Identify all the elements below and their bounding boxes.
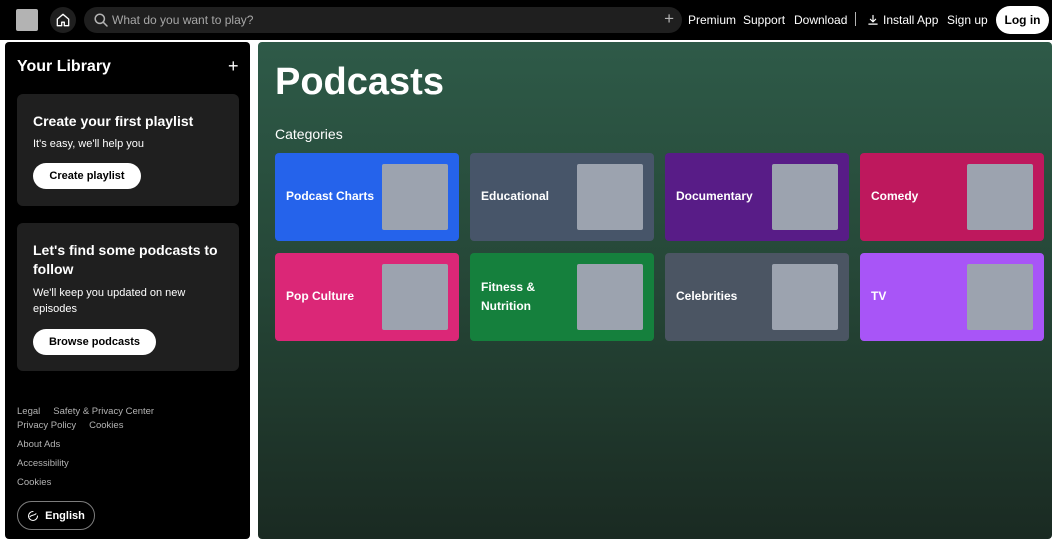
top-bar: + Premium Support Download Install App S… <box>0 0 1052 40</box>
tile-label: Comedy <box>871 189 919 203</box>
create-playlist-button[interactable]: Create playlist <box>33 163 141 189</box>
card-subtitle: We'll keep you updated on new episodes <box>33 287 186 315</box>
main-content: Podcasts Categories Podcast Charts Educa… <box>258 42 1052 539</box>
footer-link-accessibility[interactable]: Accessibility <box>17 458 69 469</box>
footer-link-safety[interactable]: Safety & Privacy Center <box>53 406 154 417</box>
card-subtitle: It's easy, we'll help you <box>33 138 144 150</box>
tile-label: Celebrities <box>676 289 738 303</box>
globe-icon <box>28 510 39 521</box>
footer-link-cookies[interactable]: Cookies <box>89 420 123 431</box>
find-podcasts-card: Let's find some podcasts to follow We'll… <box>17 223 239 371</box>
categories-heading: Categories <box>275 126 343 142</box>
tile-label: Documentary <box>676 189 753 203</box>
search-bar[interactable]: + <box>84 7 682 33</box>
browse-plus-icon[interactable]: + <box>664 10 674 28</box>
install-app-link[interactable]: Install App <box>867 13 938 27</box>
tile-label: Podcast Charts <box>286 189 375 203</box>
tile-label: Fitness & Nutrition <box>481 280 536 313</box>
sidebar: Your Library + Create your first playlis… <box>5 42 250 539</box>
tile-label: TV <box>871 289 887 303</box>
library-title: Your Library <box>17 58 111 75</box>
category-tile-educational[interactable]: Educational <box>470 153 654 241</box>
tile-label: Educational <box>481 189 550 203</box>
tile-image <box>577 264 643 330</box>
tile-image <box>382 164 448 230</box>
footer-link-about-ads[interactable]: About Ads <box>17 439 60 450</box>
download-icon <box>868 14 878 25</box>
category-tile-pop-culture[interactable]: Pop Culture <box>275 253 459 341</box>
tile-image <box>382 264 448 330</box>
language-button[interactable]: English <box>17 501 95 530</box>
search-input[interactable] <box>112 10 652 30</box>
tile-image <box>967 164 1033 230</box>
card-title: Create your first playlist <box>33 113 194 129</box>
tile-label: Pop Culture <box>286 289 354 303</box>
footer-link-privacy[interactable]: Privacy Policy <box>17 420 76 431</box>
nav-premium[interactable]: Premium <box>688 13 736 27</box>
signup-link[interactable]: Sign up <box>947 13 988 27</box>
home-icon <box>56 13 70 27</box>
nav-support[interactable]: Support <box>743 13 785 27</box>
tile-image <box>967 264 1033 330</box>
category-tile-celebrities[interactable]: Celebrities <box>665 253 849 341</box>
footer-link-legal[interactable]: Legal <box>17 406 40 417</box>
nav-download[interactable]: Download <box>794 13 847 27</box>
card-title: Let's find some podcasts to follow <box>33 242 218 277</box>
language-label: English <box>45 509 85 522</box>
browse-podcasts-button[interactable]: Browse podcasts <box>33 329 156 355</box>
category-tile-fitness-nutrition[interactable]: Fitness & Nutrition <box>470 253 654 341</box>
category-tile-podcast-charts[interactable]: Podcast Charts <box>275 153 459 241</box>
search-icon <box>94 13 108 27</box>
home-button[interactable] <box>50 7 76 33</box>
logo[interactable] <box>16 9 38 31</box>
tile-image <box>772 264 838 330</box>
create-playlist-card: Create your first playlist It's easy, we… <box>17 94 239 206</box>
add-icon[interactable]: + <box>228 56 239 76</box>
install-app-label: Install App <box>883 13 939 27</box>
nav-divider <box>855 12 856 26</box>
page-title: Podcasts <box>275 61 444 103</box>
category-tile-documentary[interactable]: Documentary <box>665 153 849 241</box>
tile-image <box>772 164 838 230</box>
login-button[interactable]: Log in <box>996 6 1049 34</box>
footer-link-cookies-2[interactable]: Cookies <box>17 477 51 488</box>
tile-image <box>577 164 643 230</box>
category-tile-comedy[interactable]: Comedy <box>860 153 1044 241</box>
category-tile-tv[interactable]: TV <box>860 253 1044 341</box>
